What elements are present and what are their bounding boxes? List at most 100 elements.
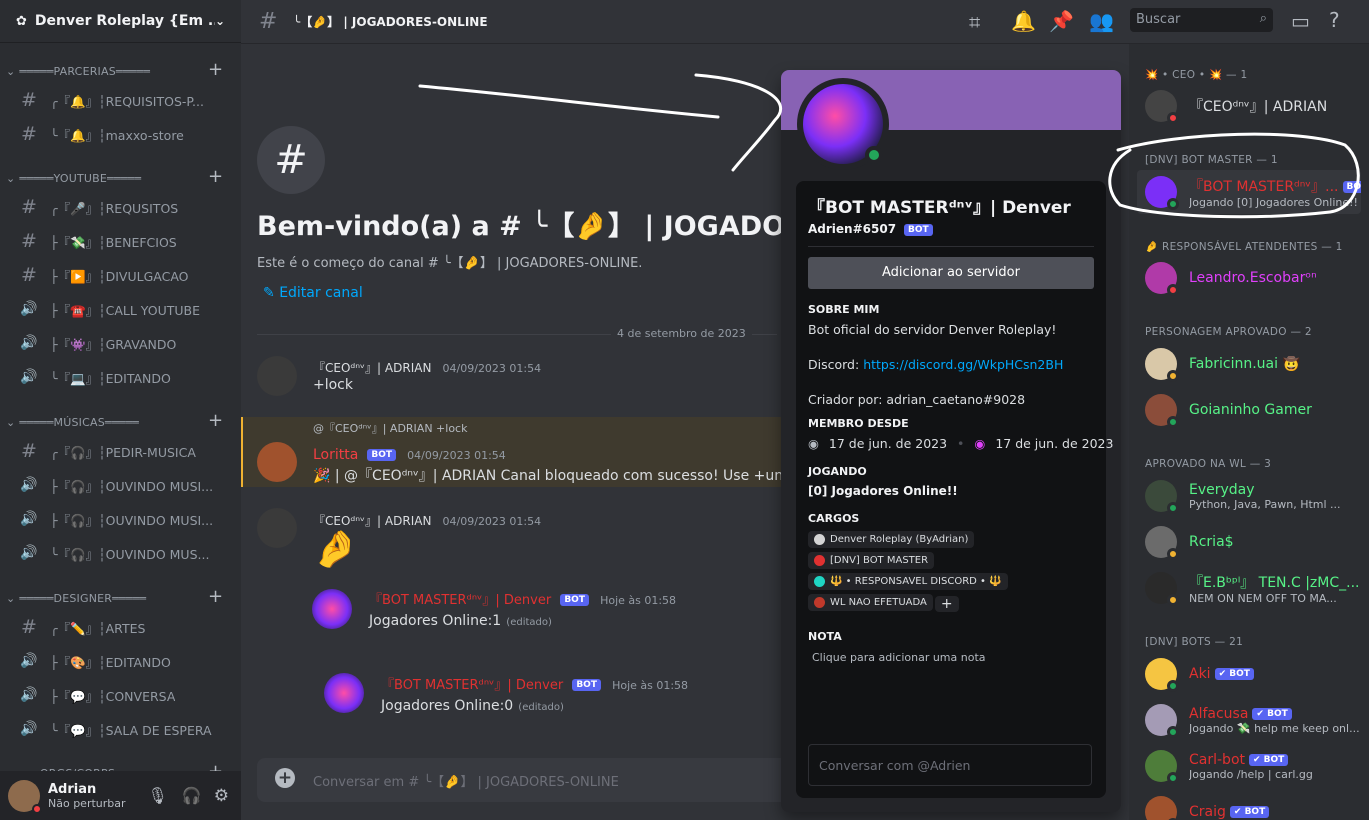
member-since-discord: 17 de jun. de 2023 bbox=[828, 436, 948, 451]
help-icon[interactable]: ? bbox=[1329, 8, 1340, 32]
presence-status-icon bbox=[1167, 772, 1179, 784]
playing-title: JOGANDO bbox=[808, 465, 867, 478]
member-item[interactable]: Alfacusa ✔ BOT Jogando 💸 help me keep onl.… bbox=[1137, 698, 1361, 742]
search-input[interactable]: Buscar ⌕ bbox=[1130, 8, 1273, 32]
message-author[interactable]: 『CEOᵈⁿᵛ』| ADRIAN bbox=[313, 361, 431, 375]
member-item[interactable]: Everyday Python, Java, Pawn, Html ... bbox=[1137, 474, 1361, 518]
roles-title: CARGOS bbox=[808, 512, 860, 525]
headphones-icon[interactable]: 🎧 bbox=[182, 786, 202, 805]
microphone-icon[interactable]: 🎙 bbox=[148, 786, 168, 805]
text-channel[interactable]: # ╭『✏️』┆ARTES bbox=[8, 611, 232, 643]
member-item[interactable]: Carl-bot ✔ BOT Jogando /help | carl.gg bbox=[1137, 744, 1361, 788]
note-input[interactable]: Clique para adicionar uma nota bbox=[808, 651, 1094, 664]
gear-icon[interactable]: ⚙ bbox=[214, 786, 229, 806]
bot-badge: BOT bbox=[904, 223, 933, 236]
message-header: 『CEOᵈⁿᵛ』| ADRIAN 04/09/2023 01:54 bbox=[313, 510, 541, 529]
voice-channel[interactable]: 🔊 ├『🎧』┆OUVINDO MUSI... bbox=[8, 469, 232, 501]
text-channel[interactable]: # ├『💸』┆BENEFCIOS bbox=[8, 225, 232, 257]
text-channel[interactable]: # ╭『🎧』┆PEDIR-MUSICA bbox=[8, 435, 232, 467]
message-author[interactable]: 『BOT MASTERᵈⁿᵛ』| Denver bbox=[381, 678, 563, 693]
add-to-server-button[interactable]: Adicionar ao servidor bbox=[808, 257, 1094, 289]
voice-channel[interactable]: 🔊 ├『💬』┆CONVERSA bbox=[8, 679, 232, 711]
category-header[interactable]: ⌄ ═════DESIGNER═════ + bbox=[6, 586, 223, 607]
create-channel-icon[interactable]: + bbox=[208, 761, 223, 771]
avatar[interactable] bbox=[312, 589, 352, 629]
voice-channel[interactable]: 🔊 ╰『💻』┆EDITANDO bbox=[8, 361, 232, 393]
role-pill[interactable]: [DNV] BOT MASTER bbox=[808, 552, 935, 569]
member-name: Aki ✔ BOT bbox=[1189, 666, 1254, 682]
member-text: Goianinho Gamer bbox=[1189, 402, 1312, 418]
voice-channel[interactable]: 🔊 ├『🎧』┆OUVINDO MUSI... bbox=[8, 503, 232, 535]
about-me-line: Bot oficial do servidor Denver Roleplay! bbox=[808, 322, 1057, 337]
create-channel-icon[interactable]: + bbox=[208, 166, 223, 187]
add-role-button[interactable]: + bbox=[934, 596, 959, 612]
avatar[interactable] bbox=[8, 779, 42, 814]
member-item[interactable]: Rcria$ bbox=[1137, 520, 1361, 564]
category-header[interactable]: ⌄ ═════PARCERIAS═════ + bbox=[6, 59, 223, 80]
dnd-status-icon bbox=[32, 803, 42, 814]
presence-status-icon bbox=[1167, 594, 1179, 606]
server-header[interactable]: ✿ Denver Roleplay {Em ... ⌄ bbox=[0, 0, 241, 43]
member-item[interactable]: Goianinho Gamer bbox=[1137, 388, 1361, 432]
avatar[interactable] bbox=[257, 356, 297, 396]
create-channel-icon[interactable]: + bbox=[208, 59, 223, 80]
channel-hashtag-badge: # bbox=[257, 126, 325, 194]
category-header[interactable]: ⌄ ═════YOUTUBE═════ + bbox=[6, 166, 223, 187]
discord-invite-link[interactable]: https://discord.gg/WkpHCsn2BH bbox=[863, 357, 1063, 372]
category-header[interactable]: ⌄═══ORGS/CORPS═══+ bbox=[6, 761, 223, 771]
member-item[interactable]: Fabricinn.uai 🤠 bbox=[1137, 342, 1361, 386]
add-attachment-icon[interactable]: + bbox=[275, 768, 295, 788]
avatar[interactable] bbox=[257, 508, 297, 548]
reply-reference[interactable]: @『CEOᵈⁿᵛ』| ADRIAN +lock bbox=[313, 420, 467, 436]
member-name-text: Goianinho Gamer bbox=[1189, 402, 1312, 418]
bell-icon[interactable]: 🔔 bbox=[1011, 9, 1036, 33]
text-channel[interactable]: # ├『▶️』┆DIVULGACAO bbox=[8, 259, 232, 291]
inbox-icon[interactable]: ▭ bbox=[1291, 9, 1310, 33]
role-pill[interactable]: Denver Roleplay (ByAdrian) bbox=[808, 531, 975, 548]
voice-channel[interactable]: 🔊 ╰『🎧』┆OUVINDO MUS... bbox=[8, 537, 232, 569]
profile-avatar[interactable] bbox=[797, 78, 889, 170]
member-item[interactable]: 『E.Bᵇᵖˡ』 TEN.C |zMC_... NEM ON NEM OFF TO… bbox=[1137, 566, 1361, 610]
voice-channel[interactable]: 🔊 ├『☎️』┆CALL YOUTUBE bbox=[8, 293, 232, 325]
channel-label: ╰『🔔』┆maxxo-store bbox=[50, 127, 184, 143]
text-channel[interactable]: # ╰『🔔』┆maxxo-store bbox=[8, 118, 232, 150]
voice-channel[interactable]: 🔊 ├『👾』┆GRAVANDO bbox=[8, 327, 232, 359]
category-name: ═════YOUTUBE═════ bbox=[19, 171, 142, 185]
text-channel[interactable]: # ╭『🔔』┆REQUISITOS-P... bbox=[8, 84, 232, 116]
message-timestamp: 04/09/2023 01:54 bbox=[442, 515, 542, 528]
voice-channel[interactable]: 🔊 ╰『💬』┆SALA DE ESPERA bbox=[8, 713, 232, 745]
member-item[interactable]: Leandro.Escobarᵒⁿ bbox=[1137, 256, 1361, 300]
threads-icon[interactable]: ⌗ bbox=[969, 10, 980, 34]
message-author[interactable]: Loritta bbox=[313, 447, 358, 463]
role-name: WL NAO EFETUADA bbox=[830, 597, 927, 608]
category-header[interactable]: ⌄ ═════MÚSICAS═════ + bbox=[6, 410, 223, 431]
member-text: 『E.Bᵇᵖˡ』 TEN.C |zMC_... NEM ON NEM OFF TO… bbox=[1189, 572, 1359, 605]
create-channel-icon[interactable]: + bbox=[208, 586, 223, 607]
member-item[interactable]: 『CEOᵈⁿᵛ』| ADRIAN bbox=[1137, 84, 1361, 128]
role-name: [DNV] BOT MASTER bbox=[830, 555, 929, 566]
role-pill[interactable]: 🔱 • RESPONSAVEL DISCORD • 🔱 bbox=[808, 573, 1008, 590]
avatar[interactable] bbox=[257, 442, 297, 482]
bot-badge: ✔ BOT bbox=[1249, 753, 1289, 766]
bot-badge: BOT bbox=[367, 448, 397, 461]
member-item[interactable]: Craig ✔ BOT bbox=[1137, 790, 1361, 820]
role-pill[interactable]: WL NAO EFETUADA bbox=[808, 594, 933, 611]
message-author[interactable]: 『CEOᵈⁿᵛ』| ADRIAN bbox=[313, 514, 431, 528]
message-timestamp: 04/09/2023 01:54 bbox=[442, 362, 542, 375]
profile-message-input[interactable]: Conversar com @Adrien bbox=[808, 744, 1092, 786]
member-text: 『BOT MASTERᵈⁿᵛ』...BOTJogando [0] Jogador… bbox=[1189, 176, 1361, 209]
playing-status: [0] Jogadores Online!! bbox=[808, 484, 958, 498]
member-item[interactable]: 『BOT MASTERᵈⁿᵛ』...BOTJogando [0] Jogador… bbox=[1137, 170, 1361, 214]
message-header: 『CEOᵈⁿᵛ』| ADRIAN 04/09/2023 01:54 bbox=[313, 357, 541, 376]
text-channel[interactable]: # ╭『🎤』┆REQUSITOS bbox=[8, 191, 232, 223]
member-item[interactable]: Aki ✔ BOT bbox=[1137, 652, 1361, 696]
create-channel-icon[interactable]: + bbox=[208, 410, 223, 431]
avatar[interactable] bbox=[324, 673, 364, 713]
edit-channel-link[interactable]: ✎ Editar canal bbox=[263, 285, 363, 301]
pin-icon[interactable]: 📌 bbox=[1049, 9, 1074, 33]
voice-channel[interactable]: 🔊 ├『🎨』┆EDITANDO bbox=[8, 645, 232, 677]
members-icon[interactable]: 👥 bbox=[1089, 9, 1114, 33]
message-author[interactable]: 『BOT MASTERᵈⁿᵛ』| Denver bbox=[369, 593, 551, 608]
message-composer[interactable]: + Conversar em # ╰【🤌】 | JOGADORES-ONLINE bbox=[257, 758, 797, 802]
member-list: 💥 • CEO • 💥 — 1 『CEOᵈⁿᵛ』| ADRIAN [DNV] BOT… bbox=[1129, 44, 1369, 820]
